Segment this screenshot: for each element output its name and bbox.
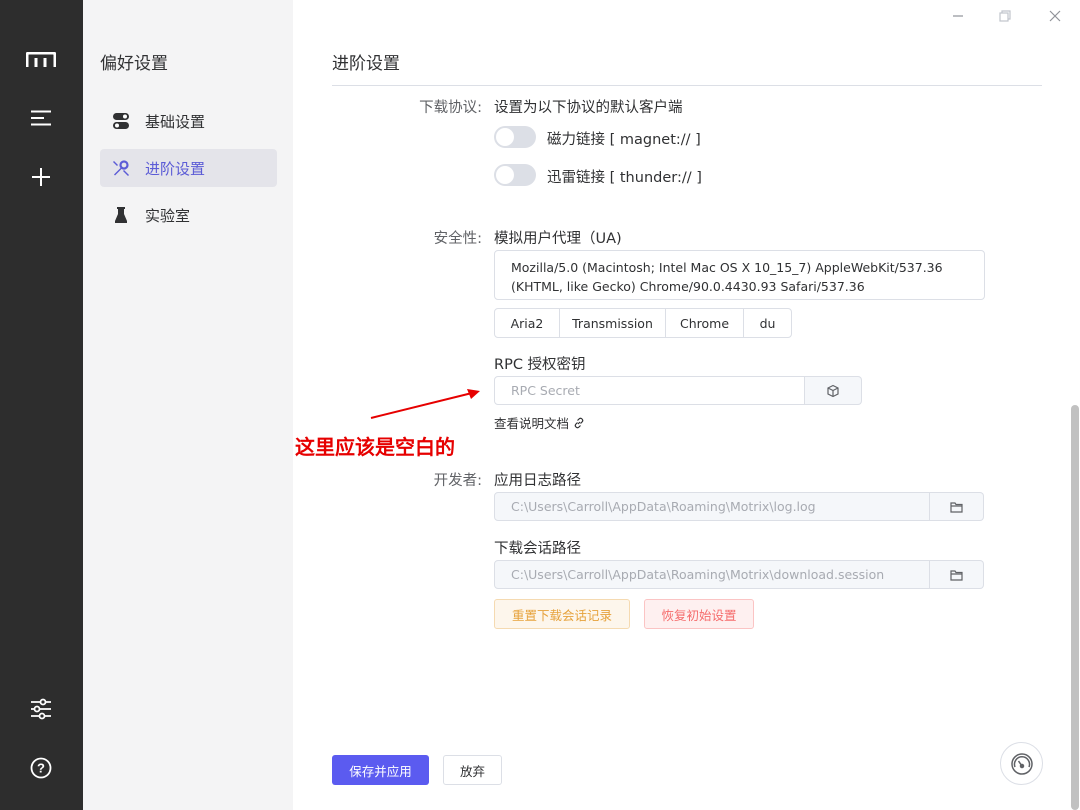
maximize-icon[interactable]	[993, 4, 1017, 28]
menu-list-icon[interactable]	[26, 103, 56, 133]
add-icon[interactable]	[26, 162, 56, 192]
open-session-folder-button[interactable]	[930, 560, 984, 589]
app-rail: ?	[0, 0, 83, 810]
security-label: 安全性:	[433, 231, 482, 247]
protocol-label: 下载协议:	[419, 100, 482, 116]
close-icon[interactable]	[1043, 4, 1067, 28]
session-path-input: C:\Users\Carroll\AppData\Roaming\Motrix\…	[494, 560, 930, 589]
scrollbar[interactable]	[1071, 405, 1079, 810]
ua-aria2-button[interactable]: Aria2	[494, 308, 560, 338]
sidebar-item-label: 基础设置	[145, 112, 206, 131]
ua-chrome-button[interactable]: Chrome	[665, 308, 744, 338]
thunder-switch[interactable]	[494, 164, 536, 186]
sidebar-item-label: 实验室	[145, 206, 191, 225]
speedometer-icon	[1010, 752, 1034, 776]
link-icon	[573, 417, 585, 429]
ua-transmission-button[interactable]: Transmission	[559, 308, 666, 338]
flask-icon	[111, 205, 131, 225]
docs-link[interactable]: 查看说明文档	[494, 413, 585, 432]
svg-text:?: ?	[37, 761, 45, 776]
user-agent-textarea[interactable]: Mozilla/5.0 (Macintosh; Intel Mac OS X 1…	[494, 250, 985, 300]
magnet-switch[interactable]	[494, 126, 536, 148]
sidebar-item-advanced[interactable]: 进阶设置	[100, 149, 277, 187]
folder-icon	[950, 501, 963, 513]
preferences-sidebar: 偏好设置 基础设置 进阶设置 实验室	[83, 0, 293, 810]
protocol-description: 设置为以下协议的默认客户端	[494, 100, 683, 116]
magnet-label: 磁力链接 [ magnet:// ]	[547, 132, 701, 148]
settings-sliders-icon[interactable]	[26, 694, 56, 724]
sidebar-item-basic[interactable]: 基础设置	[100, 102, 277, 140]
developer-label: 开发者:	[433, 473, 482, 489]
log-path-input: C:\Users\Carroll\AppData\Roaming\Motrix\…	[494, 492, 930, 521]
cube-icon	[826, 384, 840, 398]
title-divider	[332, 85, 1042, 86]
session-path-title: 下载会话路径	[494, 541, 581, 557]
log-path-title: 应用日志路径	[494, 473, 581, 489]
wrench-icon	[111, 158, 131, 178]
sidebar-item-lab[interactable]: 实验室	[100, 196, 277, 234]
toggle-icon	[111, 111, 131, 131]
page-title: 进阶设置	[332, 54, 400, 74]
help-icon[interactable]: ?	[26, 753, 56, 783]
restore-defaults-button[interactable]: 恢复初始设置	[644, 599, 754, 629]
discard-button[interactable]: 放弃	[443, 755, 502, 785]
ua-title: 模拟用户代理（UA)	[494, 231, 622, 247]
rpc-secret-input[interactable]: RPC Secret	[494, 376, 805, 405]
rpc-title: RPC 授权密钥	[494, 357, 586, 373]
annotation-text: 这里应该是空白的	[295, 435, 455, 459]
annotation-arrow	[370, 389, 480, 419]
save-apply-button[interactable]: 保存并应用	[332, 755, 429, 785]
speedometer-button[interactable]	[1000, 742, 1043, 785]
generate-secret-button[interactable]	[805, 376, 862, 405]
docs-link-label: 查看说明文档	[494, 416, 570, 431]
open-log-folder-button[interactable]	[930, 492, 984, 521]
ua-preset-group: Aria2 Transmission Chrome du	[494, 308, 792, 338]
thunder-label: 迅雷链接 [ thunder:// ]	[547, 170, 702, 186]
reset-session-button[interactable]: 重置下载会话记录	[494, 599, 630, 629]
motrix-logo-icon[interactable]	[26, 45, 56, 75]
ua-du-button[interactable]: du	[743, 308, 792, 338]
folder-icon	[950, 569, 963, 581]
minimize-icon[interactable]	[946, 4, 970, 28]
sidebar-title: 偏好设置	[100, 54, 168, 74]
sidebar-item-label: 进阶设置	[145, 159, 206, 178]
